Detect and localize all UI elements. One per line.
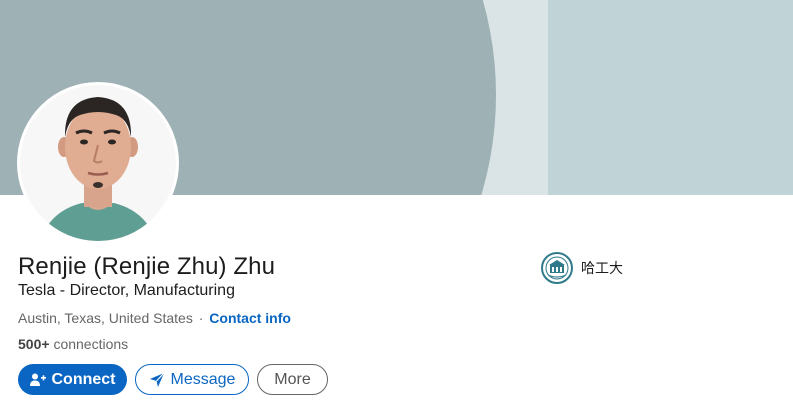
more-button[interactable]: More [257,364,328,395]
profile-name: Renjie (Renjie Zhu) Zhu [18,253,276,280]
profile-headline: Tesla - Director, Manufacturing [18,282,235,299]
education-entry[interactable]: 哈工大 [541,252,623,284]
profile-avatar[interactable] [17,82,179,244]
separator-dot: · [198,310,204,326]
university-seal-icon [541,252,573,284]
message-button[interactable]: Message [135,364,249,395]
add-person-icon [29,373,46,386]
school-name: 哈工大 [581,261,623,277]
connect-label: Connect [51,370,116,388]
connections-count[interactable]: 500+ connections [18,336,128,352]
location-line: Austin, Texas, United States · Contact i… [18,310,291,326]
connect-button[interactable]: Connect [18,364,127,395]
more-label: More [274,370,311,388]
send-icon [149,372,164,387]
profile-location: Austin, Texas, United States [18,310,193,326]
contact-info-link[interactable]: Contact info [209,310,291,326]
connections-label: connections [53,336,129,352]
avatar-portrait [20,85,176,241]
connections-number: 500+ [18,336,50,352]
message-label: Message [170,370,236,388]
